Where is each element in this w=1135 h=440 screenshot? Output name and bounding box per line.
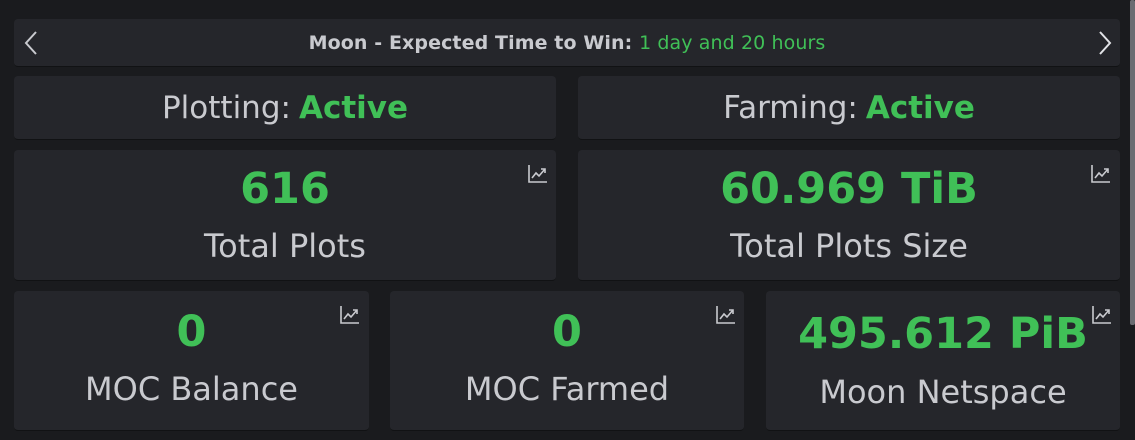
farming-dashboard: Moon - Expected Time to Win: 1 day and 2… [0, 0, 1135, 440]
chart-line-icon[interactable] [715, 303, 737, 325]
plotting-status-card: Plotting: Active [14, 76, 556, 140]
farming-status-card: Farming: Active [578, 76, 1120, 140]
total-plots-size-card: 60.969 TiB Total Plots Size [578, 150, 1120, 281]
total-plots-card: 616 Total Plots [14, 150, 556, 281]
expected-time-banner: Moon - Expected Time to Win: 1 day and 2… [14, 19, 1120, 67]
moc-farmed-card: 0 MOC Farmed [390, 291, 744, 431]
plotting-label: Plotting: [161, 89, 291, 126]
previous-button[interactable] [16, 27, 46, 59]
plotting-status: Active [298, 89, 408, 126]
total-plots-value: 616 [240, 164, 330, 214]
total-plots-size-label: Total Plots Size [730, 227, 968, 265]
moc-farmed-value: 0 [552, 307, 582, 357]
total-plots-label: Total Plots [204, 227, 366, 265]
moon-netspace-card: 495.612 PiB Moon Netspace [766, 291, 1120, 431]
moc-balance-label: MOC Balance [85, 370, 298, 408]
moon-netspace-label: Moon Netspace [819, 373, 1067, 411]
moc-balance-value: 0 [176, 307, 207, 357]
chart-line-icon[interactable] [339, 303, 361, 325]
expected-time-value: 1 day and 20 hours [639, 31, 826, 54]
chevron-left-icon [24, 31, 37, 55]
total-plots-size-value: 60.969 TiB [720, 164, 978, 214]
moc-balance-card: 0 MOC Balance [14, 291, 369, 431]
next-button[interactable] [1090, 27, 1120, 59]
expected-time-text: Moon - Expected Time to Win: 1 day and 2… [309, 32, 826, 54]
chevron-right-icon [1099, 31, 1112, 55]
expected-time-prefix: Moon - Expected Time to Win: [308, 31, 640, 54]
moon-netspace-value: 495.612 PiB [798, 309, 1088, 359]
chart-line-icon[interactable] [527, 162, 549, 184]
farming-label: Farming: [723, 89, 858, 126]
farming-status: Active [865, 89, 975, 126]
vertical-scrollbar[interactable] [1130, 0, 1135, 325]
chart-line-icon[interactable] [1091, 303, 1113, 325]
moc-farmed-label: MOC Farmed [464, 370, 670, 408]
chart-line-icon[interactable] [1090, 162, 1112, 184]
